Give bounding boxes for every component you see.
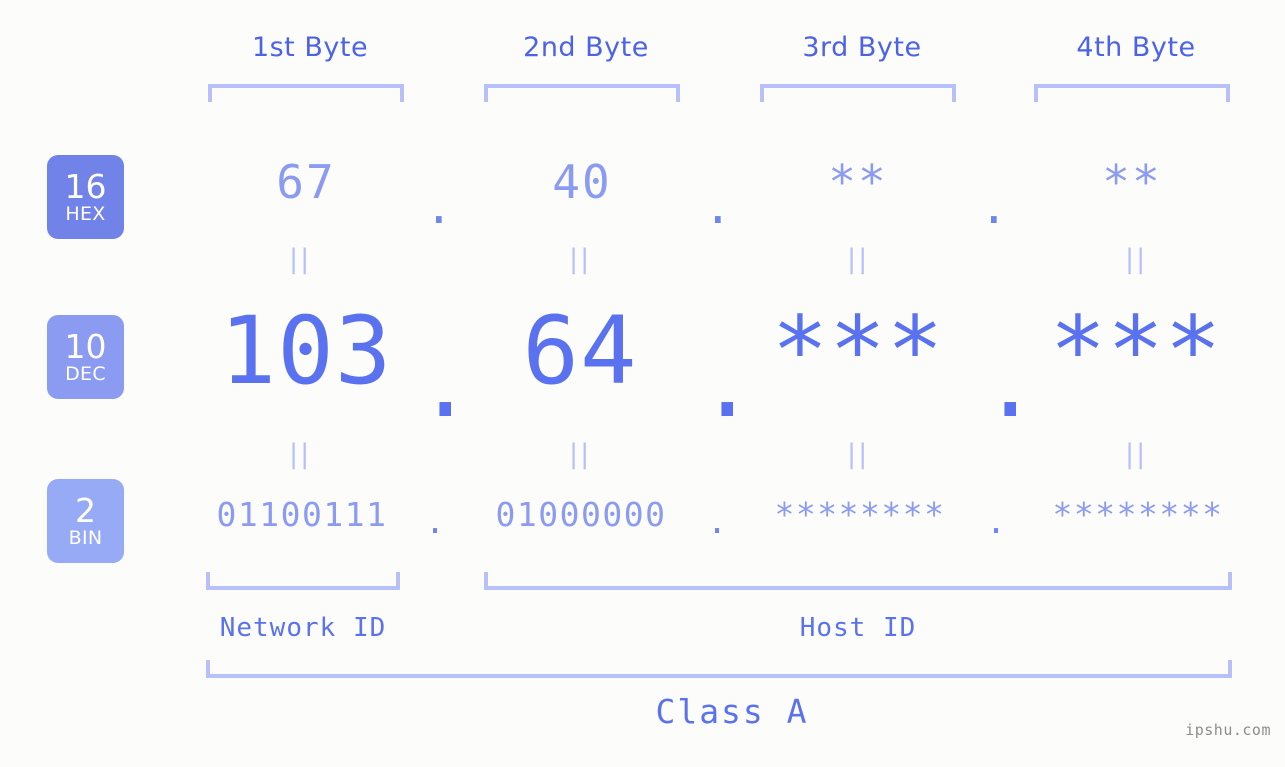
bin-separator-2: . xyxy=(707,502,727,541)
equality-mark-4: || xyxy=(1125,244,1148,275)
equality-mark-3: || xyxy=(847,244,870,275)
hex-separator-2: . xyxy=(704,180,732,234)
bin-byte-4: ******** xyxy=(1052,495,1224,534)
bin-byte-1: 01100111 xyxy=(216,495,388,534)
bin-byte-3: ******** xyxy=(774,495,946,534)
network-id-label: Network ID xyxy=(219,613,387,643)
equality-mark-2: || xyxy=(569,244,592,275)
equality-mark-6: || xyxy=(569,439,592,470)
class-label: Class A xyxy=(655,692,809,731)
equality-mark-8: || xyxy=(1125,439,1148,470)
radix-badge-hex-number: 16 xyxy=(64,166,107,206)
hex-separator-3: . xyxy=(980,180,1008,234)
class-bracket xyxy=(206,660,1232,678)
hex-byte-1: 67 xyxy=(276,155,336,209)
host-id-bracket xyxy=(484,572,1232,590)
radix-badge-bin-name: BIN xyxy=(68,526,103,549)
dec-byte-1: 103 xyxy=(219,297,393,406)
radix-badge-hex: 16 HEX xyxy=(47,155,124,239)
byte-header-2: 2nd Byte xyxy=(523,32,649,63)
byte-bracket-top-4 xyxy=(1034,84,1230,102)
radix-badge-bin: 2 BIN xyxy=(47,479,124,563)
hex-byte-2: 40 xyxy=(552,155,612,209)
host-id-label: Host ID xyxy=(799,613,917,643)
site-watermark: ipshu.com xyxy=(1185,721,1271,739)
radix-badge-dec: 10 DEC xyxy=(47,315,124,399)
dec-byte-3: *** xyxy=(771,297,945,406)
bin-separator-1: . xyxy=(425,502,445,541)
network-id-bracket xyxy=(206,572,400,590)
byte-header-3: 3rd Byte xyxy=(802,32,922,63)
bin-byte-2: 01000000 xyxy=(495,495,667,534)
dec-byte-2: 64 xyxy=(522,297,638,406)
equality-mark-1: || xyxy=(289,244,312,275)
bin-separator-3: . xyxy=(986,502,1006,541)
hex-byte-4: ** xyxy=(1102,155,1162,209)
dec-byte-4: *** xyxy=(1049,297,1223,406)
byte-bracket-top-2 xyxy=(484,84,680,102)
byte-header-1: 1st Byte xyxy=(251,32,369,63)
ip-address-breakdown-diagram: 1st Byte 2nd Byte 3rd Byte 4th Byte 16 H… xyxy=(0,0,1285,767)
radix-badge-dec-number: 10 xyxy=(64,326,107,366)
byte-bracket-top-1 xyxy=(208,84,404,102)
radix-badge-bin-number: 2 xyxy=(75,490,96,530)
radix-badge-hex-name: HEX xyxy=(65,202,106,225)
dec-separator-2: . xyxy=(699,330,756,439)
radix-badge-dec-name: DEC xyxy=(65,362,106,385)
equality-mark-7: || xyxy=(847,439,870,470)
byte-bracket-top-3 xyxy=(760,84,956,102)
hex-byte-3: ** xyxy=(828,155,888,209)
hex-separator-1: . xyxy=(425,180,453,234)
dec-separator-1: . xyxy=(417,330,474,439)
dec-separator-3: . xyxy=(982,330,1039,439)
equality-mark-5: || xyxy=(289,439,312,470)
byte-header-4: 4th Byte xyxy=(1076,32,1196,63)
